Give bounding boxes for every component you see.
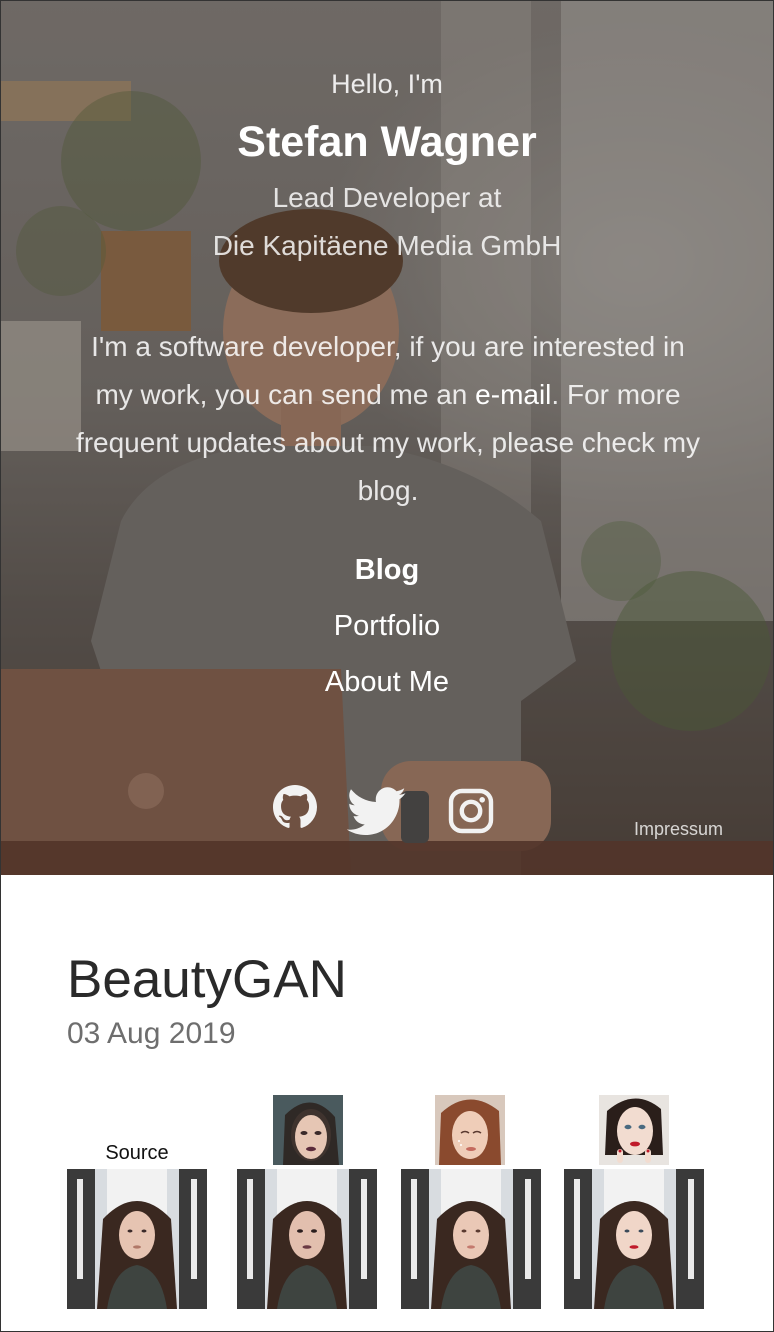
greeting-text: Hello, I'm [331,69,443,99]
bio-paragraph: I'm a software developer, if you are int… [71,323,705,515]
post-title[interactable]: BeautyGAN [67,949,347,1010]
result-image-3 [564,1169,704,1309]
email-link[interactable]: e-mail [475,379,551,410]
result-image-2 [401,1169,541,1309]
reference-image-2 [435,1095,505,1165]
post-date: 03 Aug 2019 [67,1017,236,1050]
instagram-icon[interactable] [447,787,495,835]
nav-item-blog[interactable]: Blog [1,554,773,587]
reference-image-3 [599,1095,669,1165]
hero-section: Hello, I'm Stefan Wagner Lead Developer … [1,1,773,875]
page-frame: Hello, I'm Stefan Wagner Lead Developer … [0,0,774,1332]
source-label: Source [105,1142,169,1164]
source-image [67,1169,207,1309]
reference-image-1 [273,1095,343,1165]
twitter-icon[interactable] [347,787,407,837]
company-name: Die Kapitäene Media GmbH [212,230,562,261]
role-title: Lead Developer at [272,182,502,213]
impressum-link[interactable]: Impressum [634,819,723,840]
github-icon[interactable] [273,785,317,829]
result-image-1 [237,1169,377,1309]
nav-item-portfolio[interactable]: Portfolio [1,610,773,643]
nav-item-about-me[interactable]: About Me [1,666,773,699]
author-name: Stefan Wagner [237,118,537,166]
